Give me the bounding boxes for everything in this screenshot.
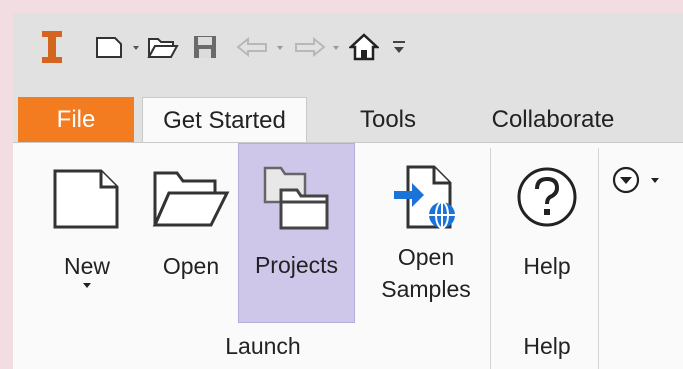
new-dropdown-arrow-icon[interactable] bbox=[83, 283, 91, 288]
projects-button[interactable]: Projects bbox=[238, 143, 355, 323]
projects-icon bbox=[263, 166, 328, 230]
help-button-label: Help bbox=[523, 253, 571, 279]
undo-icon[interactable] bbox=[235, 34, 271, 60]
open-samples-label-line2: Samples bbox=[381, 276, 471, 302]
overflow-dropdown-arrow-icon bbox=[651, 177, 659, 183]
redo-icon[interactable] bbox=[291, 34, 327, 60]
tab-get-started[interactable]: Get Started bbox=[142, 97, 307, 143]
open-folder-icon[interactable] bbox=[146, 33, 180, 61]
new-document-icon bbox=[53, 169, 119, 229]
new-button-label: New bbox=[63, 253, 110, 279]
new-file-icon[interactable] bbox=[93, 33, 125, 61]
help-button[interactable]: Help bbox=[501, 143, 593, 329]
open-folder-icon bbox=[152, 171, 230, 227]
open-button[interactable]: Open bbox=[145, 143, 237, 329]
open-samples-label-line1: Open bbox=[397, 244, 455, 270]
group-separator bbox=[490, 148, 491, 369]
customize-icon[interactable] bbox=[390, 35, 408, 59]
open-samples-button[interactable]: Open Samples bbox=[366, 143, 486, 329]
tab-collaborate[interactable]: Collaborate bbox=[468, 97, 638, 142]
circle-chevron-down-icon bbox=[612, 166, 640, 194]
quick-access-toolbar bbox=[13, 13, 683, 84]
group-label-help: Help bbox=[523, 333, 571, 359]
projects-button-label: Projects bbox=[254, 252, 339, 278]
open-button-label: Open bbox=[162, 253, 220, 279]
save-icon[interactable] bbox=[190, 32, 220, 62]
ribbon-overflow-button[interactable] bbox=[611, 165, 671, 195]
open-samples-icon bbox=[394, 165, 455, 229]
new-button[interactable]: New bbox=[41, 143, 133, 329]
group-separator bbox=[598, 148, 599, 369]
ribbon-tab-bar: File Get Started Tools Collaborate bbox=[13, 84, 683, 143]
home-icon[interactable] bbox=[348, 31, 380, 63]
help-icon bbox=[517, 167, 577, 227]
ribbon-panel: New Open Projects Open Samples Launch He… bbox=[13, 142, 683, 369]
tab-tools[interactable]: Tools bbox=[348, 97, 428, 142]
undo-dropdown-icon[interactable] bbox=[277, 46, 283, 50]
redo-dropdown-icon[interactable] bbox=[333, 46, 339, 50]
group-label-launch: Launch bbox=[225, 333, 301, 359]
new-dropdown-icon[interactable] bbox=[133, 46, 139, 50]
tab-file[interactable]: File bbox=[18, 97, 134, 142]
app-logo-icon[interactable] bbox=[38, 27, 66, 67]
application-window: File Get Started Tools Collaborate New O… bbox=[13, 13, 683, 369]
